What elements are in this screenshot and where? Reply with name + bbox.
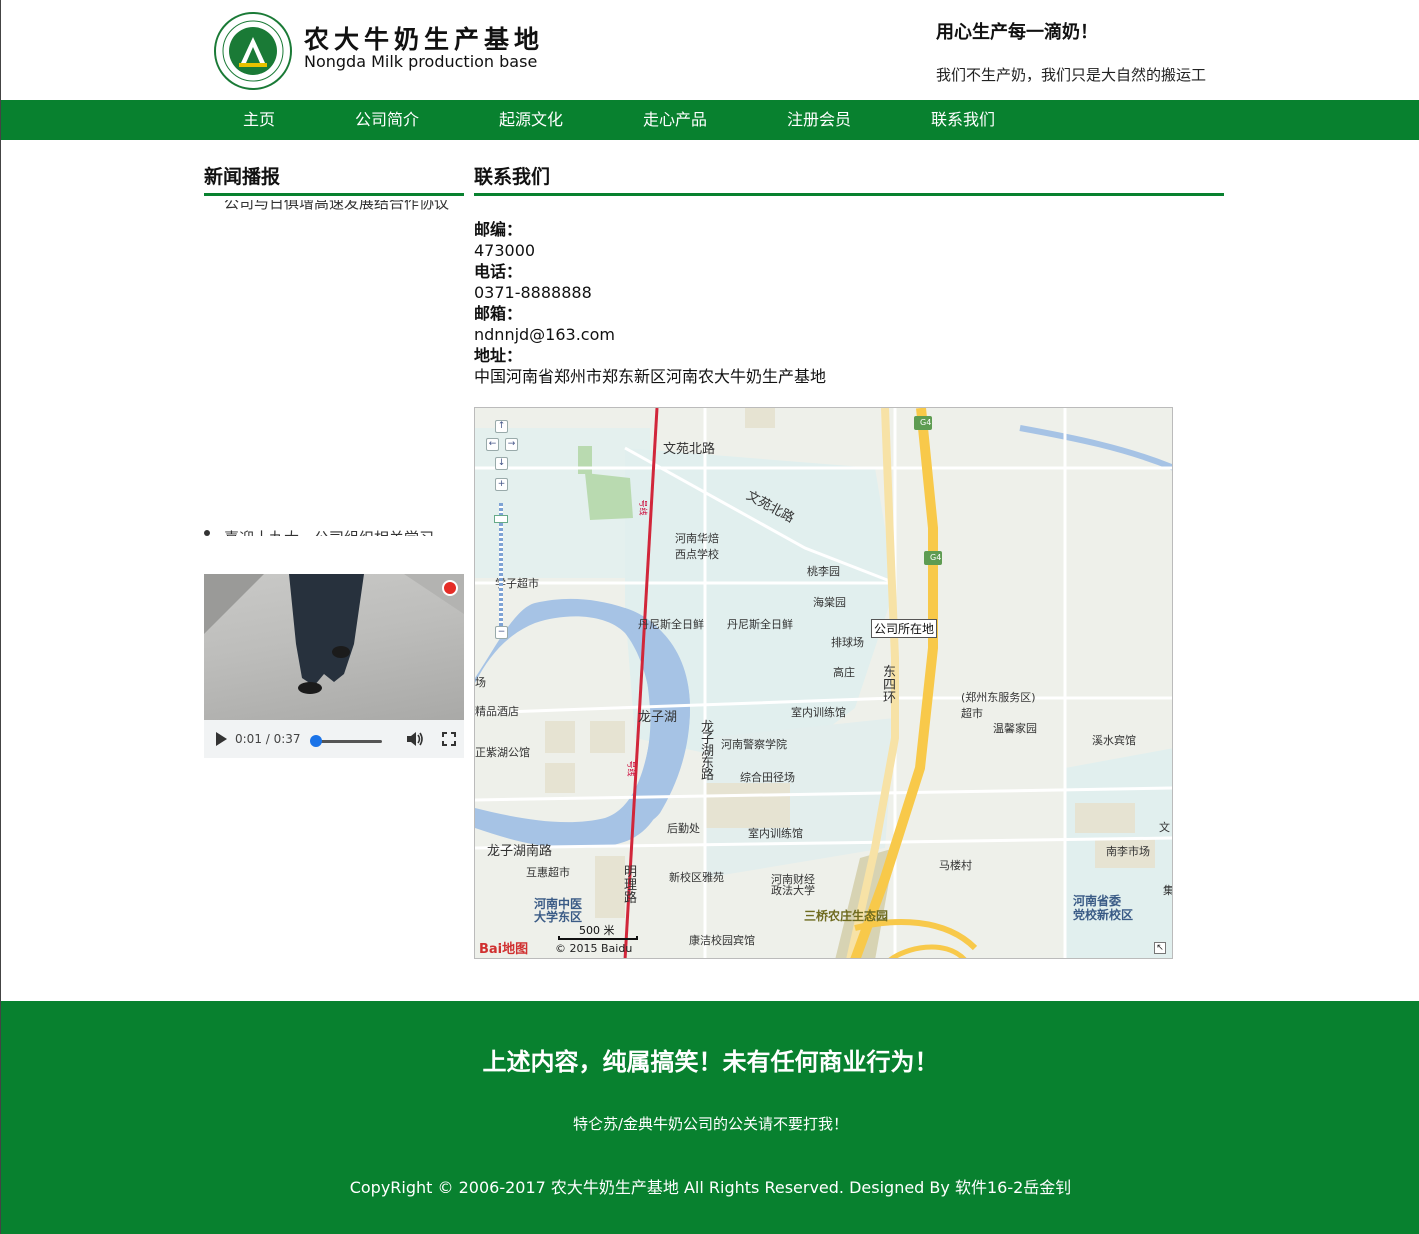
map-label: 河南警察学院	[721, 738, 787, 751]
map-label: 南李市场	[1106, 845, 1150, 858]
map-copyright: © 2015 Baidu	[555, 942, 633, 955]
news-title-divider	[204, 193, 464, 196]
video-progress-thumb[interactable]	[309, 735, 322, 747]
zoom-out-icon[interactable]: −	[495, 626, 508, 639]
baidu-map[interactable]: G4 G4 文苑北路 文苑北路 河南华焙 西点学校 桃李园 海棠园 丹尼斯全日鲜…	[474, 407, 1173, 959]
map-label: 龙子湖	[638, 710, 678, 725]
map-label: 正紫湖公馆	[475, 746, 530, 759]
zip-value: 473000	[474, 241, 536, 260]
contact-details: 邮编： 473000 电话： 0371-8888888 邮箱： ndnnjd@1…	[474, 219, 1224, 387]
map-label: 丹尼斯全日鲜	[727, 618, 793, 631]
map-label: 号线	[626, 760, 636, 777]
map-label: 丹尼斯全日鲜	[638, 618, 704, 631]
site-subtitle: Nongda Milk production base	[304, 52, 538, 71]
address-label: 地址：	[474, 346, 523, 365]
news-item[interactable]: 公司与日俱增高速发展结合作协议	[224, 200, 449, 213]
map-label: 河南省委 党校新校区	[1073, 894, 1134, 922]
video-still	[204, 574, 464, 694]
company-location-marker[interactable]: 公司所在地	[871, 619, 938, 638]
map-label: 精品酒店	[475, 705, 519, 718]
map-label: 河南中医 大学东区	[534, 897, 583, 924]
map-label: 三桥农庄生态园	[804, 909, 889, 923]
nav-register[interactable]: 注册会员	[787, 100, 851, 140]
map-label: 排球场	[831, 636, 864, 649]
map-label: 马楼村	[939, 859, 972, 872]
map-label: G4	[930, 553, 942, 562]
map-label: 东 四 环	[883, 665, 897, 706]
map-label: 桃李园	[807, 565, 840, 578]
map-label: 龙 子 湖 东 路	[701, 720, 715, 783]
map-label: 康洁校园宾馆	[689, 934, 755, 947]
map-label: 综合田径场	[740, 771, 795, 784]
slogan: 用心生产每一滴奶！	[936, 22, 1098, 43]
map-label: 互惠超市	[526, 866, 570, 879]
nav-company-intro[interactable]: 公司简介	[355, 100, 419, 140]
email-label: 邮箱：	[474, 304, 523, 323]
zoom-in-icon[interactable]: +	[495, 478, 508, 491]
nav-products[interactable]: 走心产品	[643, 100, 707, 140]
map-label: 新校区雅苑	[669, 871, 724, 884]
map-label: 后勤处	[667, 822, 700, 835]
map-label: 河南财经 政法大学	[771, 873, 815, 897]
map-label: 海棠园	[813, 596, 846, 609]
map-label: 明 理 路	[624, 865, 638, 906]
map-label: 室内训练馆	[748, 827, 803, 840]
news-section-title: 新闻播报	[204, 166, 281, 188]
map-scale-bar	[558, 936, 638, 940]
nav-origin-culture[interactable]: 起源文化	[499, 100, 563, 140]
map-label: 河南华焙 西点学校	[675, 532, 719, 561]
news-item[interactable]: 喜迎十九大，公司组织相关学习	[224, 527, 434, 536]
volume-icon[interactable]	[406, 731, 424, 747]
map-label: 号线	[638, 499, 648, 516]
video-controls: 0:01 / 0:37	[204, 720, 464, 758]
page: 农大牛奶生产基地 Nongda Milk production base 用心生…	[0, 0, 1419, 1234]
map-label: 龙子湖南路	[487, 844, 553, 859]
map-label: G4	[920, 418, 932, 427]
video-frame[interactable]	[204, 574, 464, 720]
map-label: 场	[475, 676, 486, 689]
site-header: 农大牛奶生产基地 Nongda Milk production base 用心生…	[1, 0, 1419, 100]
news-bullet-icon	[204, 530, 210, 536]
news-scroller: 公司与日俱增高速发展结合作协议 喜迎十九大，公司组织相关学习	[204, 200, 464, 536]
university-logo	[214, 12, 292, 90]
address-value: 中国河南省郑州市郑东新区河南农大牛奶生产基地	[474, 367, 827, 386]
map-label: 温馨家园	[993, 722, 1037, 735]
video-player[interactable]: 0:01 / 0:37	[204, 574, 464, 758]
map-label: 溪水宾馆	[1092, 734, 1136, 747]
map-label: 文	[1159, 821, 1170, 834]
zoom-slider-handle[interactable]	[494, 515, 508, 523]
map-canvas[interactable]	[475, 408, 1173, 959]
nav-home[interactable]: 主页	[243, 100, 275, 140]
footer-note: 特仑苏/金典牛奶公司的公关请不要打我！	[572, 1115, 849, 1133]
map-label: 室内训练馆	[791, 706, 846, 719]
slogan-subtext: 我们不生产奶，我们只是大自然的搬运工	[936, 66, 1207, 84]
footer-copyright: CopyRight © 2006-2017 农大牛奶生产基地 All Right…	[349, 1178, 1072, 1197]
pan-down-icon[interactable]: ↓	[495, 457, 508, 470]
video-progress-track[interactable]	[314, 740, 382, 743]
fullscreen-icon[interactable]	[442, 732, 456, 746]
footer-title: 上述内容，纯属搞笑！未有任何商业行为！	[482, 1048, 939, 1076]
site-title: 农大牛奶生产基地	[304, 25, 545, 54]
play-icon[interactable]	[216, 732, 227, 746]
baidu-map-logo[interactable]: Bai地图	[479, 938, 528, 957]
pan-up-icon[interactable]: ↑	[495, 420, 508, 433]
site-footer: 上述内容，纯属搞笑！未有任何商业行为！ 特仑苏/金典牛奶公司的公关请不要打我！ …	[1, 1001, 1419, 1234]
map-label: 高庄	[833, 666, 855, 679]
video-time: 0:01 / 0:37	[235, 732, 301, 746]
email-value: ndnnjd@163.com	[474, 325, 615, 344]
contact-section-title: 联系我们	[474, 166, 551, 188]
phone-value: 0371-8888888	[474, 283, 592, 302]
nav-contact[interactable]: 联系我们	[931, 100, 995, 140]
pan-left-icon[interactable]: ←	[486, 438, 499, 451]
map-label: 文苑北路	[663, 442, 716, 457]
channel-badge-icon	[442, 580, 458, 596]
pan-right-icon[interactable]: →	[505, 438, 518, 451]
map-label: (郑州东服务区) 超市	[961, 691, 1036, 720]
main-nav: 主页 公司简介 起源文化 走心产品 注册会员 联系我们	[1, 100, 1419, 140]
zip-label: 邮编：	[474, 220, 523, 239]
contact-title-divider	[474, 193, 1224, 196]
map-expand-icon[interactable]: ↖	[1154, 942, 1166, 954]
map-label: 集	[1163, 884, 1173, 897]
phone-label: 电话：	[474, 262, 523, 281]
